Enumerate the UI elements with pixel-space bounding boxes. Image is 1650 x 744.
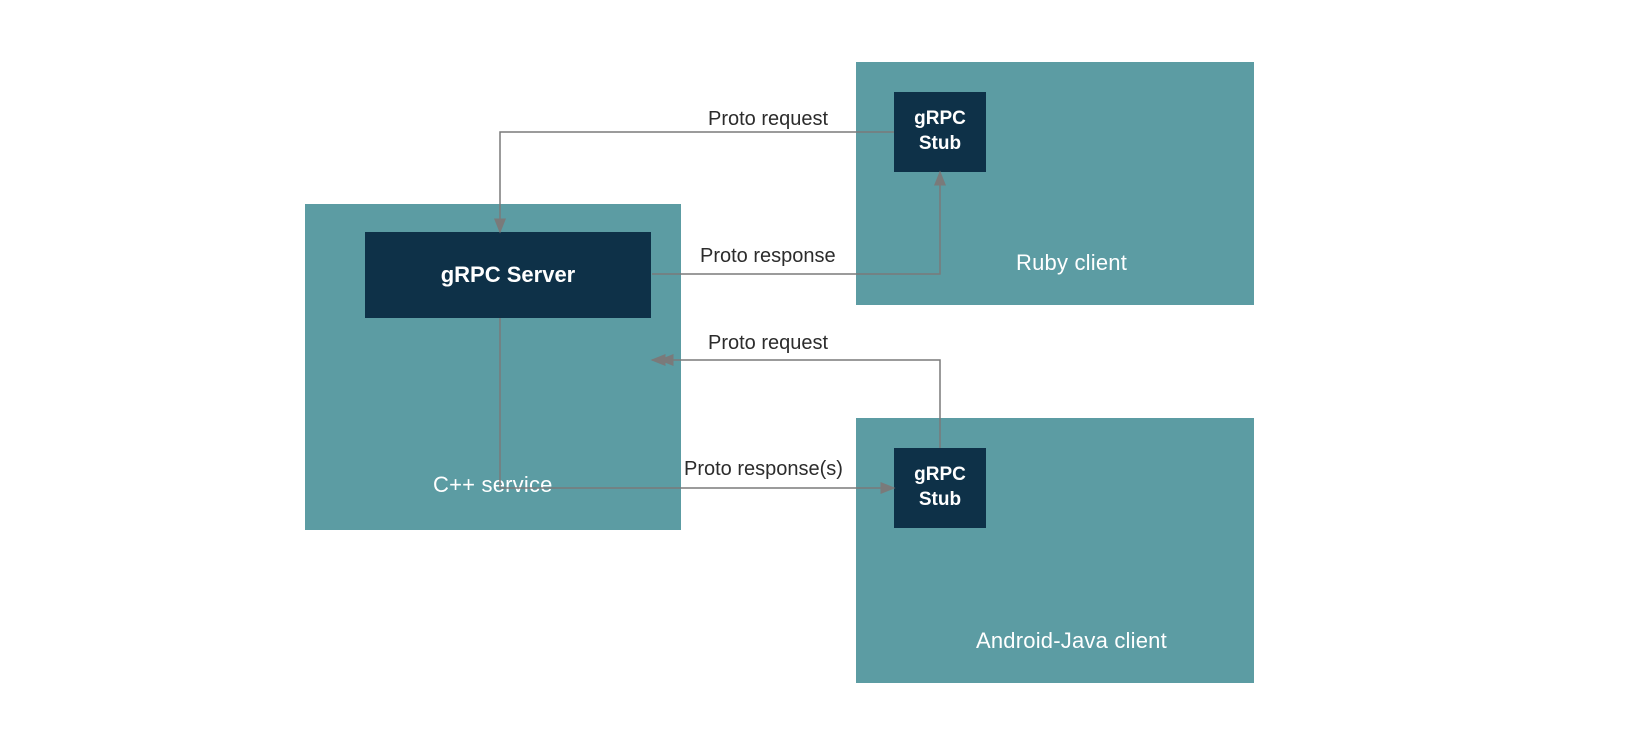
- grpc-server-box: gRPC Server: [365, 232, 651, 318]
- android-client-label: Android-Java client: [976, 628, 1167, 654]
- ruby-grpc-stub-label: gRPC Stub: [914, 107, 966, 156]
- android-grpc-stub-label: gRPC Stub: [914, 463, 966, 512]
- android-grpc-stub-box: gRPC Stub: [894, 448, 986, 528]
- cpp-service-container: gRPC Server C++ service: [305, 204, 681, 530]
- edge-label-server-to-ruby: Proto response: [700, 245, 836, 268]
- android-client-container: gRPC Stub Android-Java client: [856, 418, 1254, 683]
- grpc-server-label: gRPC Server: [441, 261, 576, 290]
- ruby-client-container: gRPC Stub Ruby client: [856, 62, 1254, 305]
- edge-label-android-to-server: Proto request: [708, 332, 828, 355]
- edge-label-ruby-to-server: Proto request: [708, 108, 828, 131]
- edge-label-server-to-android: Proto response(s): [684, 458, 843, 481]
- ruby-grpc-stub-box: gRPC Stub: [894, 92, 986, 172]
- cpp-service-label: C++ service: [433, 472, 553, 498]
- ruby-client-label: Ruby client: [1016, 250, 1127, 276]
